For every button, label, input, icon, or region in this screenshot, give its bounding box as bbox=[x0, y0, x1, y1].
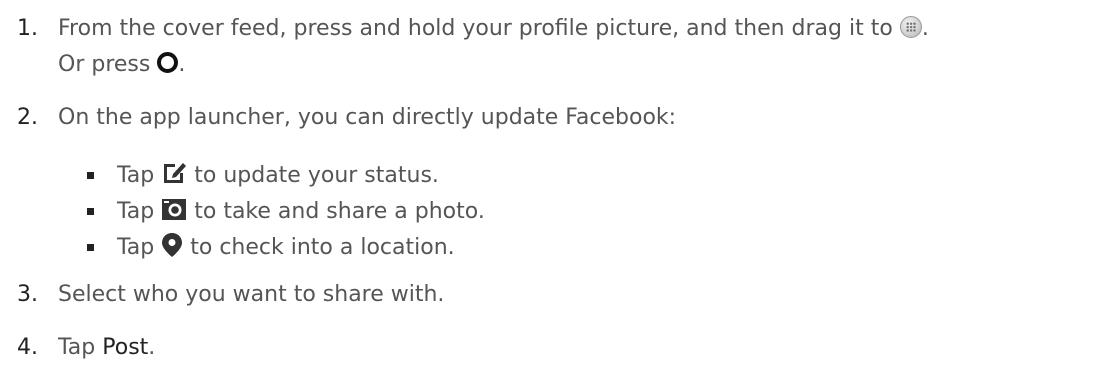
bullet-item: Tap to check into a location. bbox=[117, 233, 455, 263]
step-4-period: . bbox=[148, 335, 156, 360]
edit-status-icon bbox=[164, 163, 187, 183]
step-number: 4. bbox=[17, 335, 38, 360]
step-1-period: . bbox=[921, 16, 929, 41]
bullet-marker bbox=[87, 208, 94, 215]
step-3-text: Select who you want to share with. bbox=[58, 282, 445, 307]
step-1-text-or: Or press bbox=[58, 52, 151, 77]
bullet-item: Tap to take and share a photo. bbox=[117, 197, 485, 227]
post-label: Post bbox=[102, 335, 149, 360]
step-number: 3. bbox=[17, 282, 38, 307]
step-number: 2. bbox=[17, 105, 38, 130]
location-pin-icon bbox=[162, 233, 183, 257]
step-1-text: From the cover feed, press and hold your… bbox=[58, 16, 893, 41]
step-1-line-1: From the cover feed, press and hold your… bbox=[58, 14, 929, 44]
bullet-item: Tap to update your status. bbox=[117, 161, 439, 191]
step-1-line-2: Or press . bbox=[58, 50, 185, 80]
camera-icon bbox=[162, 199, 187, 220]
step-number: 1. bbox=[17, 16, 38, 41]
apps-home-icon bbox=[899, 16, 922, 38]
bullet-prefix: Tap bbox=[117, 235, 155, 260]
bullet-suffix: to update your status. bbox=[194, 163, 439, 188]
home-ring-icon bbox=[157, 51, 179, 73]
step-1-period-2: . bbox=[178, 52, 186, 77]
bullet-prefix: Tap bbox=[117, 163, 155, 188]
bullet-suffix: to check into a location. bbox=[190, 235, 455, 260]
step-4-text: Tap bbox=[58, 335, 96, 360]
bullet-marker bbox=[87, 244, 94, 251]
step-2-text: On the app launcher, you can directly up… bbox=[58, 105, 677, 130]
bullet-prefix: Tap bbox=[117, 199, 155, 224]
step-4-line: Tap Post. bbox=[58, 333, 155, 363]
bullet-marker bbox=[87, 172, 94, 179]
bullet-suffix: to take and share a photo. bbox=[194, 199, 485, 224]
